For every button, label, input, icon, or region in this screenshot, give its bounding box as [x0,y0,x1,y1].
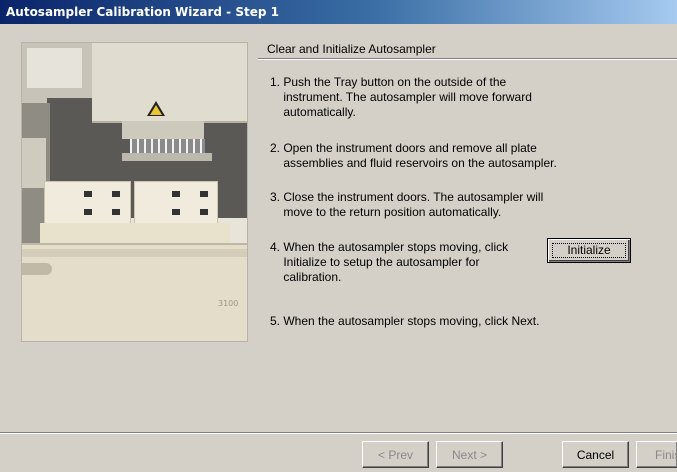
finish-label: Finis [655,448,677,462]
footer-divider [0,432,677,434]
instruction-step-4: 4. When the autosampler stops moving, cl… [270,240,509,284]
finish-button[interactable]: Finis [636,441,677,468]
instrument-model-label: 3100 [218,299,239,308]
cancel-button[interactable]: Cancel [562,441,629,468]
title-bar: Autosampler Calibration Wizard - Step 1 [0,0,677,24]
cancel-label: Cancel [576,448,615,462]
autosampler-photo: 3100 [21,42,248,342]
instruction-step-3: 3. Close the instrument doors. The autos… [270,190,544,219]
instruction-step-1: 1. Push the Tray button on the outside o… [270,75,532,119]
step-heading: Clear and Initialize Autosampler [267,42,436,56]
prev-button[interactable]: < Prev [362,441,429,468]
focus-indicator [552,243,626,258]
prev-label: < Prev [377,448,413,462]
window-title: Autosampler Calibration Wizard - Step 1 [6,5,279,19]
instruction-step-5: 5. When the autosampler stops moving, cl… [270,314,540,328]
heading-divider [258,58,677,60]
next-button[interactable]: Next > [436,441,503,468]
initialize-button[interactable]: Initialize [547,238,631,263]
next-label: Next > [451,448,487,462]
instruction-step-2: 2. Open the instrument doors and remove … [270,141,557,170]
